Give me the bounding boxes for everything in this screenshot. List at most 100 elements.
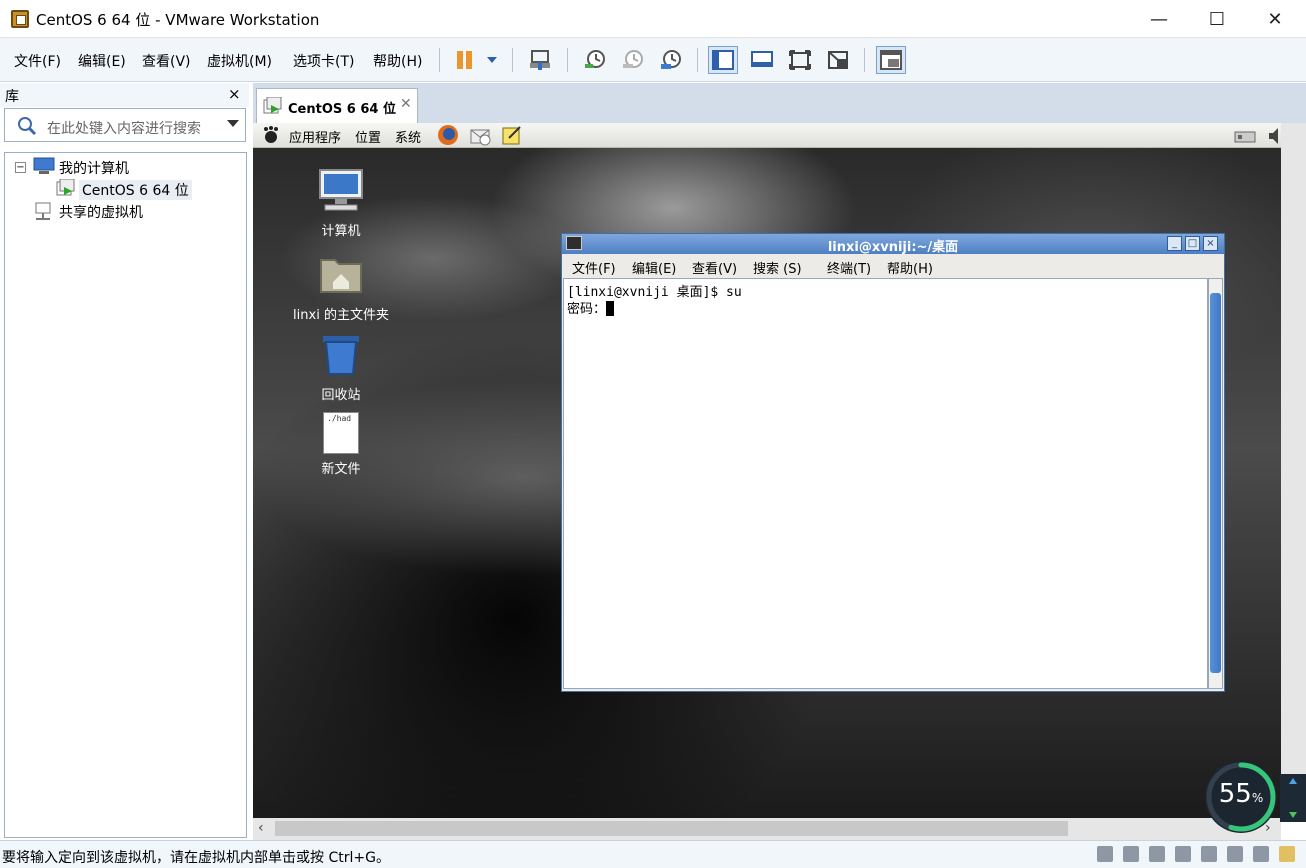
guest-menu-applications[interactable]: 应用程序 [289,127,341,146]
menu-toolbar: 文件(F) 编辑(E) 查看(V) 虚拟机(M) 选项卡(T) 帮助(H) [0,38,1306,82]
computer-icon [319,169,363,211]
view-thumbnail-button[interactable] [876,46,906,74]
terminal-window[interactable]: linxi@xvniji:~/桌面 _ □ × 文件(F) 编辑(E) 查看(V… [561,233,1225,692]
view-thumbnail-icon [880,50,902,70]
gauge-side-panel [1280,774,1306,822]
terminal-scroll-thumb[interactable] [1210,293,1221,673]
menu-edit[interactable]: 编辑(E) [78,51,126,71]
status-message: 要将输入定向到该虚拟机，请在虚拟机内部单击或按 Ctrl+G。 [2,850,390,866]
status-bar: 要将输入定向到该虚拟机，请在虚拟机内部单击或按 Ctrl+G。 [0,840,1306,868]
view-full-icon [751,51,773,67]
gnome-foot-icon [264,126,278,143]
firefox-icon[interactable] [437,124,459,146]
revert-snapshot-button[interactable] [618,46,648,74]
terminal-menu-search[interactable]: 搜索 (S) [753,258,802,277]
view-console-button[interactable] [708,46,738,74]
message-log-icon[interactable] [1279,846,1295,862]
menu-vm[interactable]: 虚拟机(M) [207,51,272,71]
cd-drive-icon[interactable] [1123,846,1139,862]
pause-icon [457,51,472,69]
upload-arrow-icon [1289,778,1297,818]
library-close-button[interactable]: × [228,85,241,103]
home-folder-icon [320,259,362,293]
terminal-menu-help[interactable]: 帮助(H) [887,258,933,277]
volume-icon[interactable] [1267,126,1281,146]
computer-icon [33,157,55,174]
vm-horizontal-scrollbar[interactable]: ‹ › [253,818,1281,840]
desktop-icon-home-folder[interactable]: linxi 的主文件夹 [281,252,401,323]
snapshot-manager-icon [661,50,681,69]
snapshot-manager-button[interactable] [656,46,686,74]
terminal-menu-file[interactable]: 文件(F) [572,258,616,277]
file-preview-text: ./had [327,414,352,423]
horizontal-scroll-thumb[interactable] [275,821,1068,836]
terminal-maximize-button[interactable]: □ [1185,236,1200,251]
tree-item-centos-vm[interactable]: CentOS 6 64 位 [79,180,192,200]
minimize-button[interactable]: — [1130,0,1188,38]
send-ctrl-alt-del-button[interactable] [525,46,555,74]
printer-icon[interactable] [1227,846,1243,862]
power-dropdown-button[interactable] [477,46,507,74]
tree-item-my-computer[interactable]: 我的计算机 [59,158,129,178]
view-full-button[interactable] [747,46,777,74]
snapshot-take-icon [585,50,605,68]
terminal-menu-terminal[interactable]: 终端(T) [827,258,871,277]
menu-view[interactable]: 查看(V) [142,51,191,71]
vm-vertical-scrollbar[interactable] [1281,123,1306,818]
view-console-icon [712,50,734,70]
terminal-output[interactable]: [linxi@xvniji 桌面]$ su 密码： [563,278,1208,689]
display-icon[interactable] [1253,846,1269,862]
terminal-title-bar[interactable]: linxi@xvniji:~/桌面 _ □ × [562,234,1224,255]
vm-running-icon [56,179,75,196]
menu-tabs[interactable]: 选项卡(T) [293,51,354,71]
note-editor-icon[interactable] [501,124,523,146]
mail-icon[interactable] [469,124,493,146]
tab-centos[interactable]: CentOS 6 64 位 ✕ [256,88,418,123]
minimize-icon: — [1150,8,1168,30]
desktop-icon-computer[interactable]: 计算机 [281,168,401,239]
search-dropdown-icon[interactable] [227,120,239,127]
view-fit-button[interactable] [785,46,815,74]
toolbar-separator [567,48,568,72]
desktop-icon-new-file[interactable]: ./had 新文件 [281,412,401,477]
text-file-icon: ./had [323,412,359,454]
terminal-menu-view[interactable]: 查看(V) [692,258,737,277]
trash-icon [323,336,359,375]
network-adapter-icon[interactable] [1149,846,1165,862]
view-unity-button[interactable] [823,46,853,74]
dropdown-arrow-icon [487,57,497,63]
maximize-button[interactable]: ☐ [1188,0,1246,38]
scroll-left-icon[interactable]: ‹ [258,820,264,836]
gauge-value: 55% [1218,779,1264,809]
toolbar-separator [512,48,513,72]
library-header: 库 × [0,83,249,107]
window-title: CentOS 6 64 位 - VMware Workstation [36,11,320,29]
terminal-title: linxi@xvniji:~/桌面 [827,240,959,255]
terminal-close-button[interactable]: × [1203,236,1218,251]
sound-card-icon[interactable] [1201,846,1217,862]
network-icon[interactable] [1233,126,1257,146]
terminal-minimize-button[interactable]: _ [1167,236,1182,251]
desktop-icon-trash[interactable]: 回收站 [281,332,401,403]
usb-icon[interactable] [1175,846,1191,862]
hard-disk-icon[interactable] [1097,846,1113,862]
view-unity-icon [828,51,848,69]
desktop-icon-label: 回收站 [321,388,361,403]
tab-close-button[interactable]: ✕ [400,96,412,112]
menu-file[interactable]: 文件(F) [14,51,61,71]
close-button[interactable]: ✕ [1246,0,1304,38]
take-snapshot-button[interactable] [580,46,610,74]
send-ctrl-alt-del-icon [530,50,550,70]
tree-item-shared-vms[interactable]: 共享的虚拟机 [59,202,143,222]
guest-menu-system[interactable]: 系统 [395,127,421,146]
close-icon: ✕ [1267,8,1283,30]
library-title: 库 [5,89,19,105]
guest-menu-places[interactable]: 位置 [355,127,381,146]
search-placeholder: 在此处键入内容进行搜索 [47,121,201,137]
collapse-toggle[interactable]: − [15,162,26,173]
menu-help[interactable]: 帮助(H) [373,51,422,71]
library-search-input[interactable]: 在此处键入内容进行搜索 [4,108,246,142]
terminal-menu-edit[interactable]: 编辑(E) [632,258,676,277]
pause-button[interactable] [450,46,480,74]
terminal-scrollbar[interactable] [1208,278,1223,689]
